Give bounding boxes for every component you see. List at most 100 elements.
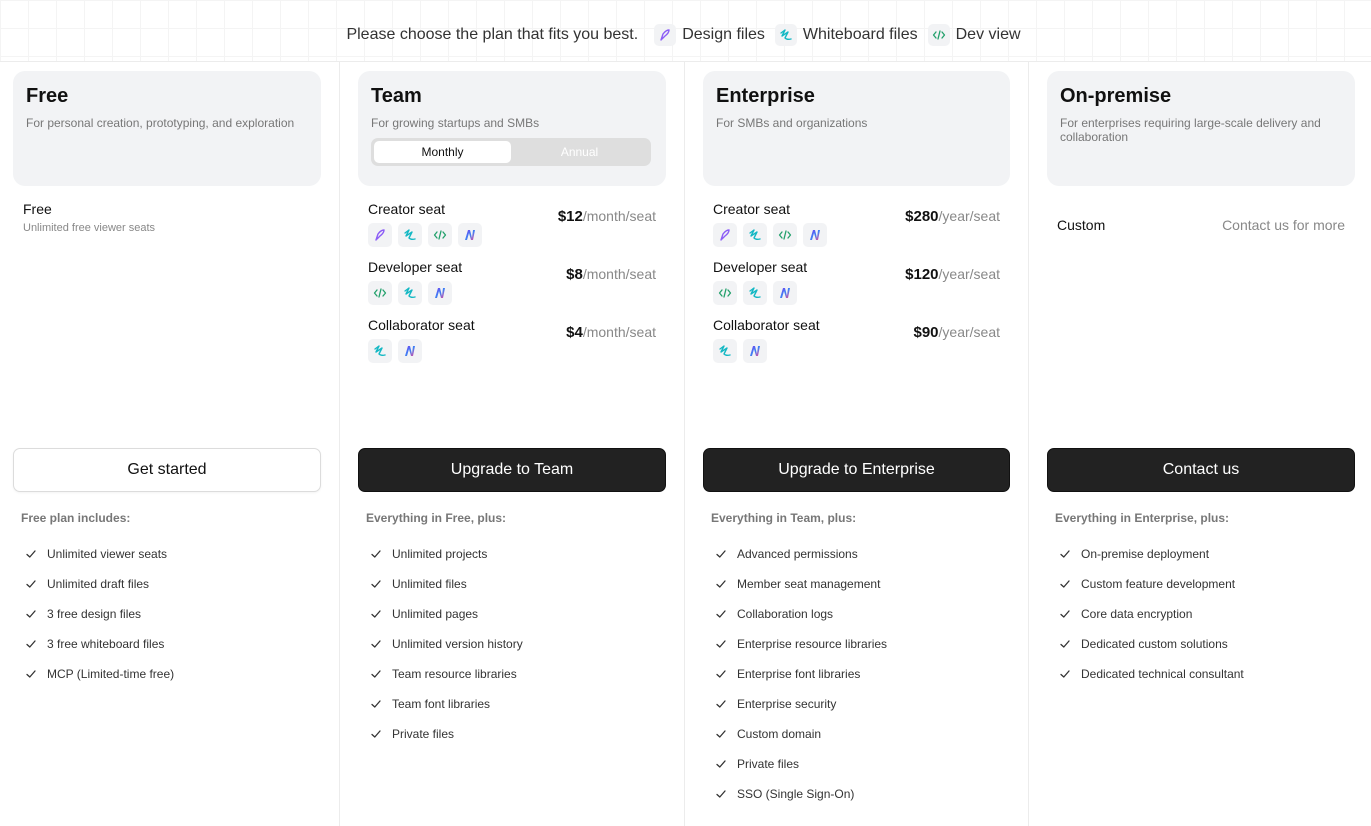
seat-price-unit: /month/seat (582, 324, 656, 340)
upgrade-to-team-button[interactable]: Upgrade to Team (358, 448, 666, 492)
feature-label: Advanced permissions (737, 547, 858, 561)
feature-item: Unlimited viewer seats (25, 539, 174, 569)
custom-price-label: Custom (1057, 217, 1106, 233)
feature-label: Custom feature development (1081, 577, 1236, 591)
feature-item: Custom domain (715, 719, 887, 749)
ai-icon (398, 339, 422, 363)
feature-item: Enterprise font libraries (715, 659, 887, 689)
features-heading: Free plan includes: (21, 511, 131, 525)
free-price-label: Free (23, 201, 52, 217)
feature-item: Custom feature development (1059, 569, 1244, 599)
seat-price-amount: $120 (905, 266, 939, 283)
plan-enterprise-header: Enterprise For SMBs and organizations (703, 71, 1010, 186)
ai-icon (743, 339, 767, 363)
feature-item: Collaboration logs (715, 599, 887, 629)
feature-item: Unlimited version history (370, 629, 523, 659)
ai-icon (428, 281, 452, 305)
seat-price: $90/year/seat (913, 324, 1000, 341)
ai-icon (803, 223, 827, 247)
seat-icon-group (713, 339, 767, 363)
seat-price-unit: /month/seat (582, 208, 656, 224)
billing-annual-option[interactable]: Annual (511, 141, 648, 163)
top-bar: Please choose the plan that fits you bes… (0, 0, 1371, 62)
plan-team-header: Team For growing startups and SMBs Month… (358, 71, 666, 186)
upgrade-to-enterprise-button[interactable]: Upgrade to Enterprise (703, 448, 1010, 492)
feature-item: Advanced permissions (715, 539, 887, 569)
plan-title: On-premise (1060, 85, 1172, 107)
feature-item: Unlimited pages (370, 599, 523, 629)
seat-name: Developer seat (368, 259, 463, 275)
feature-item: Unlimited projects (370, 539, 523, 569)
seat-row: Developer seat $120/year/seat (713, 259, 1000, 317)
check-icon (370, 638, 382, 650)
check-icon (25, 548, 37, 560)
feature-label: Member seat management (737, 577, 881, 591)
seat-price-amount: $280 (905, 208, 939, 225)
seat-price: $8/month/seat (566, 266, 656, 283)
check-icon (715, 638, 727, 650)
feature-item: Team resource libraries (370, 659, 523, 689)
feature-item: Member seat management (715, 569, 887, 599)
seat-row: Collaborator seat $4/month/seat (368, 317, 656, 375)
plan-title: Team (371, 85, 422, 107)
feature-item: Dedicated technical consultant (1059, 659, 1244, 689)
ai-icon (458, 223, 482, 247)
billing-toggle[interactable]: Monthly Annual (371, 138, 651, 166)
feature-item: Core data encryption (1059, 599, 1244, 629)
check-icon (715, 578, 727, 590)
seat-price-amount: $90 (913, 324, 939, 341)
feature-list: Unlimited viewer seats Unlimited draft fi… (25, 539, 174, 689)
design-file-icon (368, 223, 392, 247)
feature-label: Unlimited projects (392, 547, 488, 561)
dev-view-icon (428, 223, 452, 247)
seat-price-unit: /year/seat (938, 324, 1000, 340)
seat-name: Creator seat (713, 201, 791, 217)
plan-on-premise-header: On-premise For enterprises requiring lar… (1047, 71, 1355, 186)
feature-item: Private files (715, 749, 887, 779)
seat-price: $120/year/seat (905, 266, 1000, 283)
features-heading: Everything in Free, plus: (366, 511, 507, 525)
whiteboard-file-icon (398, 281, 422, 305)
plan-enterprise: Enterprise For SMBs and organizations Cr… (685, 62, 1028, 826)
plan-free: Free For personal creation, prototyping,… (0, 62, 339, 826)
feature-item: 3 free design files (25, 599, 174, 629)
feature-label: Dedicated technical consultant (1081, 667, 1244, 681)
plan-team: Team For growing startups and SMBs Month… (340, 62, 684, 826)
billing-monthly-option[interactable]: Monthly (374, 141, 511, 163)
plan-free-header: Free For personal creation, prototyping,… (13, 71, 321, 186)
seat-price-unit: /year/seat (938, 266, 1000, 282)
check-icon (25, 668, 37, 680)
free-price-sub: Unlimited free viewer seats (23, 222, 156, 234)
feature-label: Team resource libraries (392, 667, 517, 681)
feature-item: Private files (370, 719, 523, 749)
whiteboard-file-icon (774, 24, 797, 46)
plan-title: Free (26, 85, 69, 107)
check-icon (25, 578, 37, 590)
get-started-button[interactable]: Get started (13, 448, 321, 492)
feature-label: Team font libraries (392, 697, 491, 711)
feature-item: 3 free whiteboard files (25, 629, 174, 659)
feature-label: Enterprise resource libraries (737, 637, 888, 651)
seat-icon-group (713, 223, 827, 247)
check-icon (1059, 578, 1071, 590)
contact-us-button[interactable]: Contact us (1047, 448, 1355, 492)
whiteboard-file-icon (743, 223, 767, 247)
feature-item: Enterprise security (715, 689, 887, 719)
feature-label: Custom domain (737, 727, 822, 741)
check-icon (715, 668, 727, 680)
seat-icon-group (368, 223, 482, 247)
check-icon (370, 548, 382, 560)
seat-name: Developer seat (713, 259, 808, 275)
plan-on-premise: On-premise For enterprises requiring lar… (1029, 62, 1371, 826)
feature-item: MCP (Limited-time free) (25, 659, 174, 689)
seat-row: Developer seat $8/month/seat (368, 259, 656, 317)
dev-view-icon (368, 281, 392, 305)
seat-name: Creator seat (368, 201, 446, 217)
seat-price: $12/month/seat (558, 208, 656, 225)
dev-view-icon (927, 24, 950, 46)
seat-row: Collaborator seat $90/year/seat (713, 317, 1000, 375)
feature-label: Unlimited viewer seats (47, 547, 168, 561)
check-icon (370, 668, 382, 680)
plan-description: For SMBs and organizations (716, 116, 868, 130)
features-heading: Everything in Team, plus: (711, 511, 857, 525)
